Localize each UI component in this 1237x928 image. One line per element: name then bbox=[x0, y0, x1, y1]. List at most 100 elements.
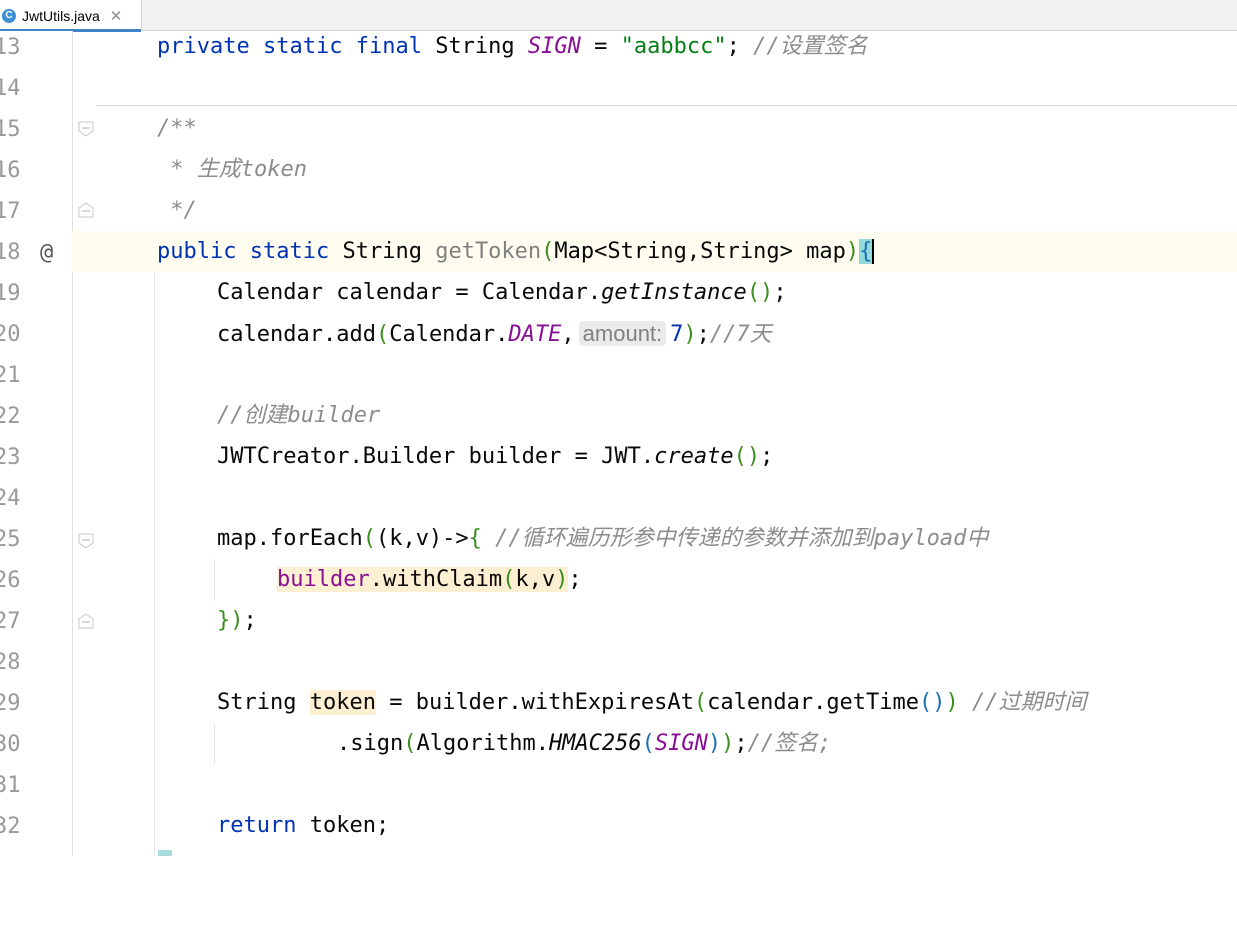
operator: = bbox=[580, 34, 621, 59]
string-literal: "aabbcc" bbox=[620, 34, 727, 59]
code-line-32[interactable]: return token; bbox=[72, 805, 1237, 846]
code-text: JWTCreator.Builder builder = JWT. bbox=[217, 444, 655, 469]
paren: () bbox=[919, 690, 946, 715]
code-line-18-current[interactable]: public static String getToken(Map<String… bbox=[72, 231, 1237, 272]
comment: //签名; bbox=[747, 731, 832, 756]
type-name: String bbox=[342, 239, 422, 264]
code-text: .sign bbox=[337, 731, 404, 756]
editor-gutter[interactable]: 13 14 15 16 17 18 19 20 21 22 23 24 25 2… bbox=[0, 31, 73, 856]
paren: ( bbox=[375, 322, 390, 347]
code-line-13[interactable]: private static final String SIGN = "aabb… bbox=[72, 26, 1237, 67]
code-text: calendar.add bbox=[217, 322, 376, 347]
code-line-20[interactable]: calendar.add(Calendar.DATE, amount: 7);//7… bbox=[72, 313, 1237, 354]
paren: ) bbox=[707, 731, 722, 756]
punctuation: ; bbox=[734, 731, 748, 756]
code-line-30[interactable]: .sign(Algorithm.HMAC256(SIGN));//签名; bbox=[72, 723, 1237, 764]
code-text: Calendar. bbox=[389, 322, 509, 347]
doc-comment: * 生成token bbox=[157, 157, 307, 182]
line-number: 28 bbox=[0, 650, 21, 675]
line-number: 21 bbox=[0, 363, 21, 388]
paren: ( bbox=[541, 239, 555, 264]
constant-sign: SIGN bbox=[654, 731, 708, 756]
code-line-27[interactable]: }); bbox=[72, 600, 1237, 641]
java-class-icon: C bbox=[2, 8, 16, 23]
keyword: return bbox=[217, 813, 297, 838]
constant-date: DATE bbox=[508, 322, 562, 347]
line-number: 24 bbox=[0, 486, 21, 511]
line-number: 22 bbox=[0, 404, 21, 429]
comment: //7天 bbox=[709, 322, 772, 347]
keyword: public bbox=[157, 239, 237, 264]
line-number: 26 bbox=[0, 568, 21, 593]
line-number: 23 bbox=[0, 445, 21, 470]
tab-title: JwtUtils.java bbox=[22, 7, 100, 24]
doc-comment: /** bbox=[157, 116, 197, 141]
comment: //循环遍历形参中传递的参数并添加到payload中 bbox=[495, 526, 989, 551]
paren: ) bbox=[945, 690, 959, 715]
highlighted-identifier: builder bbox=[277, 567, 370, 592]
keyword: static bbox=[262, 34, 343, 59]
punctuation: ; bbox=[568, 567, 582, 592]
paren: ( bbox=[502, 567, 516, 592]
punctuation: ; bbox=[760, 444, 774, 469]
brace-match-marker bbox=[158, 850, 172, 856]
override-annotation-icon[interactable]: @ bbox=[40, 232, 53, 273]
code-text: token; bbox=[296, 813, 390, 838]
paren: ) bbox=[555, 567, 569, 592]
paren: () bbox=[733, 444, 761, 469]
paren: ( bbox=[362, 526, 376, 551]
parameter-hint: amount: bbox=[578, 321, 667, 346]
code-text: .withClaim bbox=[369, 567, 503, 592]
static-method: HMAC256 bbox=[548, 731, 642, 756]
line-number: 29 bbox=[0, 691, 21, 716]
code-line-25[interactable]: map.forEach((k,v)->{ //循环遍历形参中传递的参数并添加到p… bbox=[72, 518, 1237, 559]
paren: ) bbox=[721, 731, 735, 756]
code-text: calendar.getTime bbox=[707, 690, 920, 715]
line-number: 19 bbox=[0, 281, 21, 306]
code-line-17[interactable]: */ bbox=[72, 190, 1237, 231]
doc-comment: */ bbox=[157, 198, 197, 223]
line-number: 30 bbox=[0, 732, 21, 757]
line-number: 16 bbox=[0, 158, 21, 183]
paren: ) bbox=[230, 608, 244, 633]
code-line-26[interactable]: builder.withClaim(k,v); bbox=[72, 559, 1237, 600]
static-method: getInstance bbox=[601, 280, 747, 305]
keyword: static bbox=[249, 239, 330, 264]
code-line-29[interactable]: String token = builder.withExpiresAt(cal… bbox=[72, 682, 1237, 723]
comment: //设置签名 bbox=[753, 34, 868, 59]
punctuation: ; bbox=[243, 608, 257, 633]
code-line-19[interactable]: Calendar calendar = Calendar.getInstance… bbox=[72, 272, 1237, 313]
paren: ) bbox=[683, 322, 697, 347]
static-method: create bbox=[654, 444, 734, 469]
line-number: 31 bbox=[0, 773, 21, 798]
method-separator bbox=[96, 105, 1237, 106]
method-name: getToken bbox=[435, 239, 542, 264]
lambda-params: (k,v)-> bbox=[375, 526, 469, 551]
constant-sign: SIGN bbox=[527, 34, 581, 59]
code-line-16[interactable]: * 生成token bbox=[72, 149, 1237, 190]
line-number: 18 bbox=[0, 240, 21, 265]
number-literal: 7 bbox=[670, 322, 684, 347]
parameters: Map<String,String> map bbox=[554, 239, 846, 264]
code-text: Calendar calendar = Calendar. bbox=[217, 280, 602, 305]
paren: ( bbox=[641, 731, 655, 756]
line-number: 15 bbox=[0, 117, 21, 142]
code-line-22[interactable]: //创建builder bbox=[72, 395, 1237, 436]
punctuation: ; bbox=[696, 322, 710, 347]
code-line-23[interactable]: JWTCreator.Builder builder = JWT.create(… bbox=[72, 436, 1237, 477]
paren: ) bbox=[845, 239, 860, 264]
close-icon[interactable]: ✕ bbox=[110, 7, 123, 25]
punctuation: , bbox=[561, 322, 575, 347]
comment: //创建builder bbox=[217, 403, 381, 428]
comment: //过期时间 bbox=[972, 690, 1087, 715]
code-line-15[interactable]: /** bbox=[72, 108, 1237, 149]
line-number: 13 bbox=[0, 35, 21, 60]
code-editor[interactable]: private static final String SIGN = "aabb… bbox=[72, 31, 1237, 856]
code-text: = builder.withExpiresAt bbox=[375, 690, 694, 715]
paren: ( bbox=[693, 690, 708, 715]
matched-brace: { bbox=[859, 239, 873, 264]
brace: } bbox=[217, 608, 231, 633]
